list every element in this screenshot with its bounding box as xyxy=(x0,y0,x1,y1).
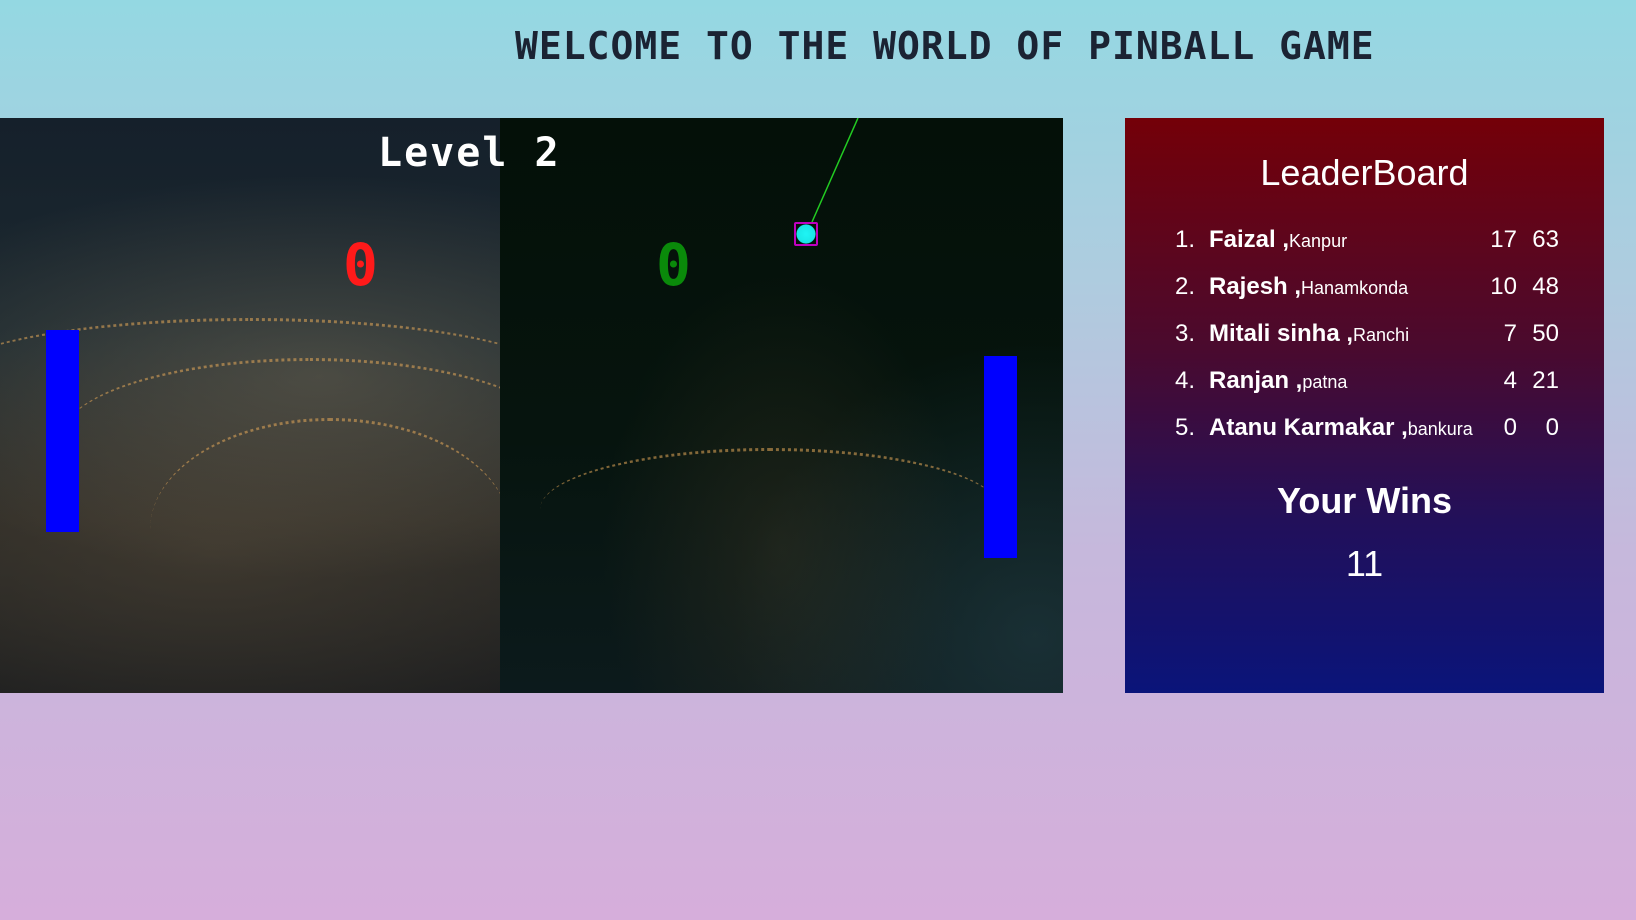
player-wins: 4 xyxy=(1503,367,1517,394)
leaderboard-row: 5. Atanu Karmakar ,bankura 0 0 xyxy=(1175,414,1559,461)
rank: 2. xyxy=(1175,273,1196,300)
page-title: WELCOME TO THE WORLD OF PINBALL GAME xyxy=(515,24,1375,68)
right-paddle[interactable] xyxy=(984,356,1017,558)
player-name: Faizal , xyxy=(1209,226,1290,253)
player-name-wrap: Mitali sinha ,Ranchi xyxy=(1209,320,1409,348)
leaderboard-panel: LeaderBoard 1. Faizal ,Kanpur 17 63 2. R… xyxy=(1125,118,1604,693)
player-name-wrap: Rajesh ,Hanamkonda xyxy=(1209,273,1408,301)
player-city: patna xyxy=(1302,372,1348,392)
player-wins: 0 xyxy=(1503,414,1517,441)
rank: 1. xyxy=(1175,226,1196,253)
player-points: 63 xyxy=(1532,226,1559,253)
header: WELCOME TO THE WORLD OF PINBALL GAME xyxy=(0,0,1636,100)
ball xyxy=(794,222,818,246)
player-city: Hanamkonda xyxy=(1301,278,1409,298)
your-wins-value: 11 xyxy=(1345,543,1384,584)
trail-line xyxy=(811,118,859,223)
rank: 4. xyxy=(1175,367,1196,394)
player-name-wrap: Faizal ,Kanpur xyxy=(1209,226,1347,254)
leaderboard-row: 3. Mitali sinha ,Ranchi 7 50 xyxy=(1175,320,1559,367)
player-name-wrap: Atanu Karmakar ,bankura xyxy=(1209,414,1473,442)
player-points: 50 xyxy=(1532,320,1559,347)
your-wins-label: Your Wins xyxy=(1276,480,1452,521)
player-wins: 10 xyxy=(1490,273,1517,300)
player-wins: 7 xyxy=(1503,320,1517,347)
player-points: 21 xyxy=(1532,367,1559,394)
player-name: Rajesh , xyxy=(1209,273,1302,300)
rank: 3. xyxy=(1175,320,1196,347)
leaderboard-title: LeaderBoard xyxy=(1260,152,1469,193)
player-city: bankura xyxy=(1407,419,1473,439)
player-city: Kanpur xyxy=(1289,231,1348,251)
player-name: Mitali sinha , xyxy=(1209,320,1354,347)
left-paddle[interactable] xyxy=(46,330,79,532)
rank: 5. xyxy=(1175,414,1196,441)
player-city: Ranchi xyxy=(1353,325,1410,345)
player-name-wrap: Ranjan ,patna xyxy=(1209,367,1347,395)
leaderboard-row: 2. Rajesh ,Hanamkonda 10 48 xyxy=(1175,273,1559,320)
player-name: Ranjan , xyxy=(1209,367,1303,394)
leaderboard-list: 1. Faizal ,Kanpur 17 63 2. Rajesh ,Hanam… xyxy=(1175,226,1559,461)
player-points: 0 xyxy=(1545,414,1559,441)
ball-trail xyxy=(811,118,859,223)
game-canvas[interactable]: Level 2 0 0 xyxy=(0,118,1063,693)
leaderboard-row: 4. Ranjan ,patna 4 21 xyxy=(1175,367,1559,414)
player-name: Atanu Karmakar , xyxy=(1209,414,1408,441)
player-points: 48 xyxy=(1532,273,1559,300)
leaderboard-row: 1. Faizal ,Kanpur 17 63 xyxy=(1175,226,1559,273)
player-wins: 17 xyxy=(1490,226,1517,253)
